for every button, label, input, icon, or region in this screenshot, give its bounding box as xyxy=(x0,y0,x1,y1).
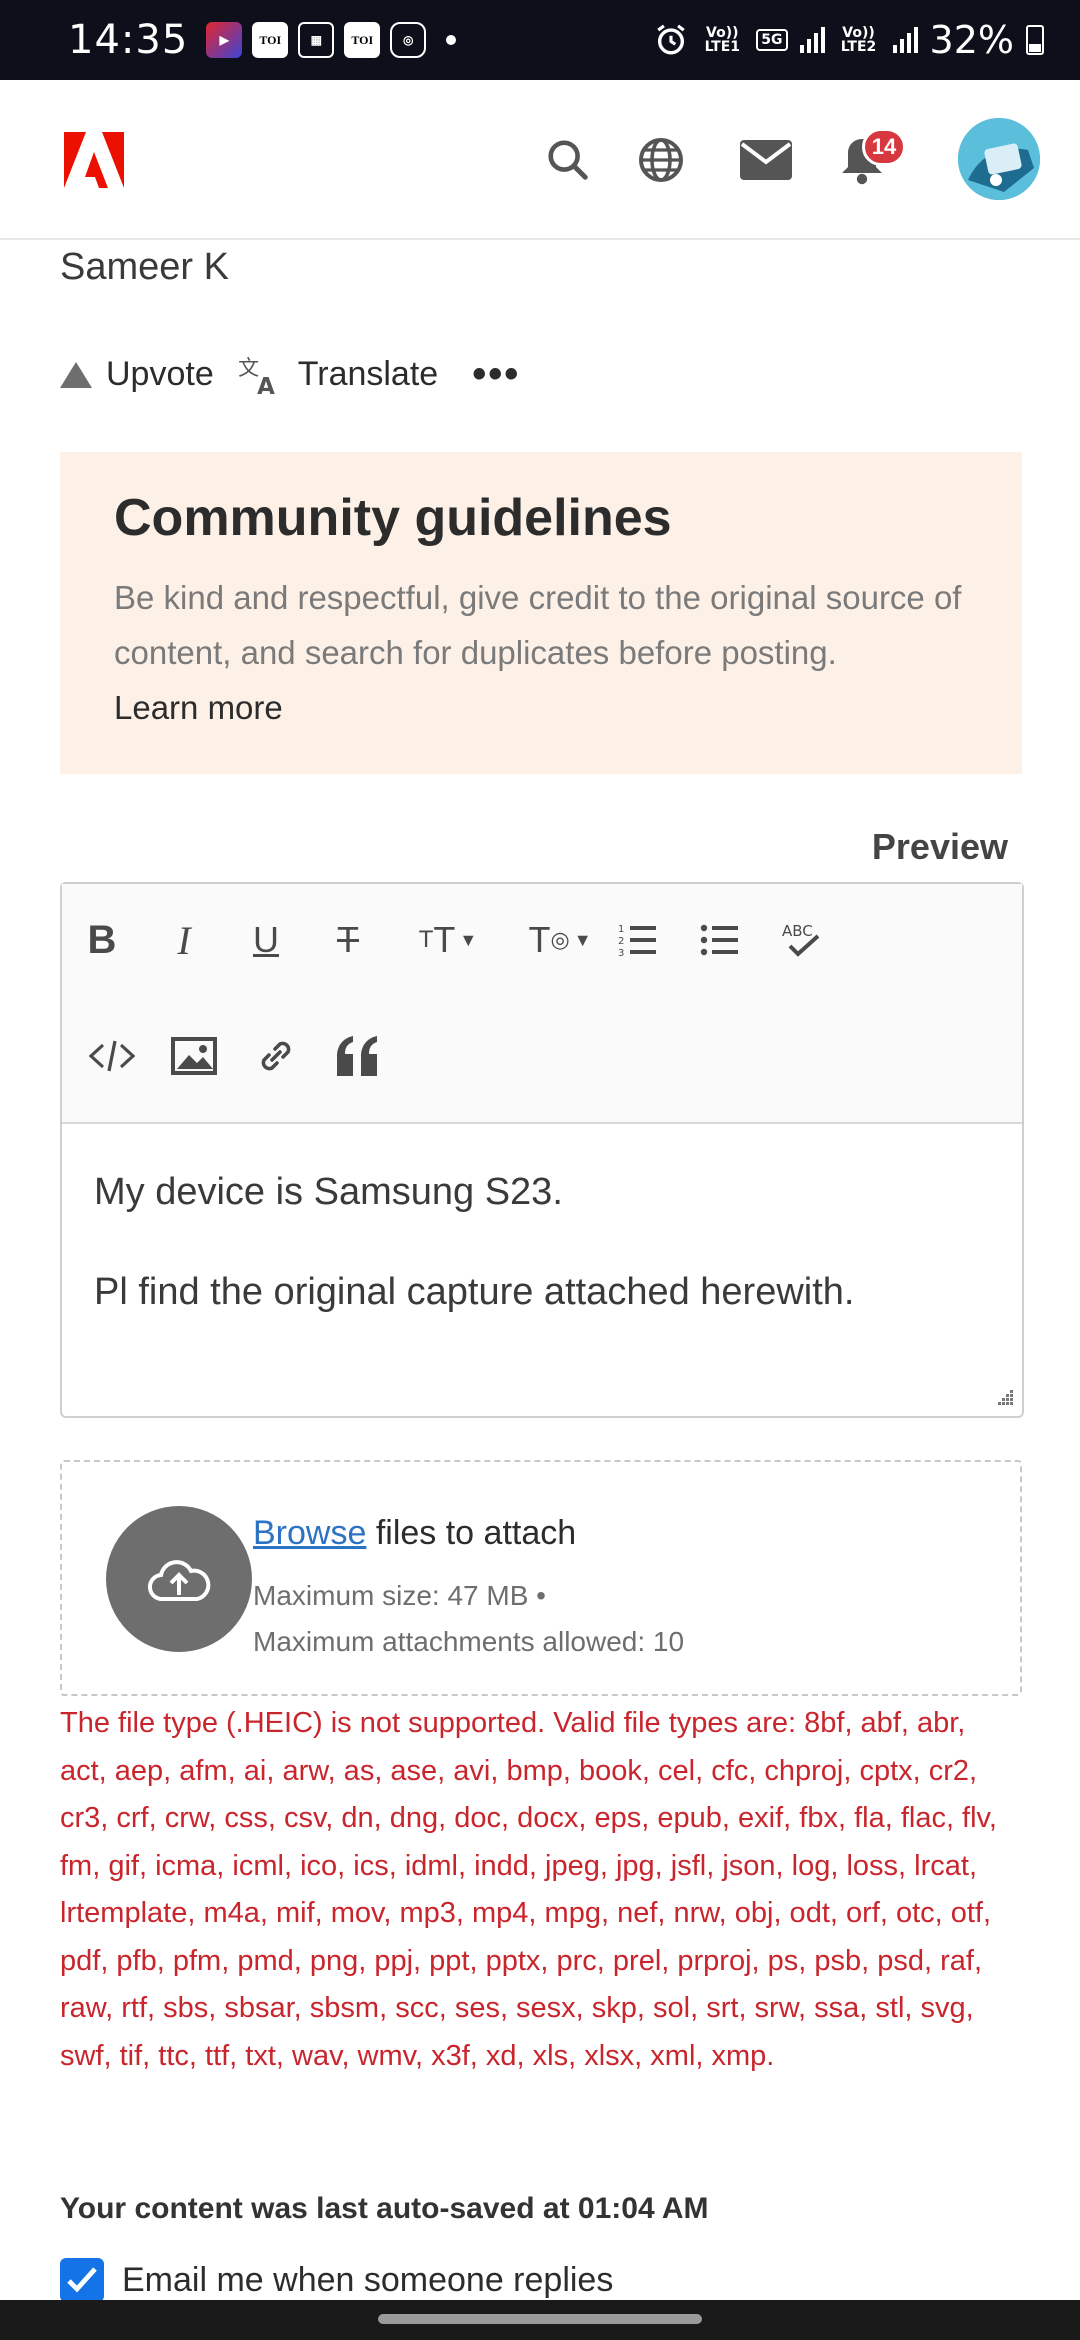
search-icon[interactable] xyxy=(540,132,596,188)
signal-bars-2 xyxy=(892,27,918,53)
alarm-icon xyxy=(657,24,685,55)
browse-link[interactable]: Browse xyxy=(253,1514,366,1552)
attach-instruction: Browse files to attach xyxy=(253,1514,684,1553)
underline-button[interactable]: U xyxy=(238,912,294,968)
upvote-button[interactable]: Upvote xyxy=(60,355,214,394)
numbered-list-icon[interactable]: 123 xyxy=(610,912,666,968)
email-notify-checkbox[interactable] xyxy=(60,2258,104,2302)
adobe-logo[interactable] xyxy=(64,132,124,188)
translate-label: Translate xyxy=(297,355,439,393)
network-lte2: Vo)) LTE2 xyxy=(840,25,877,55)
editor-toolbar: B I U T T T ▼ T ◎ ▼ 123 ABC xyxy=(62,884,1022,1124)
status-bar: 14:35 ▶ TOI ▦ TOI ◎ Vo)) LTE1 5G Vo)) LT… xyxy=(0,0,1080,80)
attach-label: files to attach xyxy=(366,1514,577,1552)
community-guidelines-box: Community guidelines Be kind and respect… xyxy=(60,452,1022,774)
battery-icon xyxy=(1026,25,1044,55)
image-icon[interactable] xyxy=(166,1028,222,1084)
text-style-dropdown[interactable]: T ◎ ▼ xyxy=(520,912,600,968)
email-notify-option[interactable]: Email me when someone replies xyxy=(60,2258,613,2302)
quote-icon[interactable] xyxy=(330,1028,386,1084)
bold-button[interactable]: B xyxy=(74,912,130,968)
post-actions: Upvote 文A Translate ••• xyxy=(60,352,520,397)
max-size-text: Maximum size: 47 MB • xyxy=(253,1580,546,1611)
guidelines-text: Be kind and respectful, give credit to t… xyxy=(114,579,962,671)
svg-text:ABC: ABC xyxy=(782,922,813,940)
strikethrough-button[interactable]: T xyxy=(320,912,376,968)
app-header: 14 xyxy=(0,80,1080,240)
code-icon[interactable] xyxy=(84,1028,140,1084)
status-app-icons: ▶ TOI ▦ TOI ◎ xyxy=(206,22,457,58)
translate-icon: 文A xyxy=(238,356,275,396)
toi-icon: TOI xyxy=(252,22,289,58)
upload-cloud-icon[interactable] xyxy=(106,1506,252,1652)
spellcheck-icon[interactable]: ABC xyxy=(774,912,830,968)
max-attachments-text: Maximum attachments allowed: 10 xyxy=(253,1626,685,1657)
editor-line: Pl find the original capture attached he… xyxy=(94,1271,855,1313)
battery-percent: 32% xyxy=(929,18,1014,62)
status-time: 14:35 xyxy=(68,17,189,63)
network-lte1: Vo)) LTE1 xyxy=(704,25,741,55)
checkmark-icon xyxy=(67,2267,97,2293)
more-options-button[interactable]: ••• xyxy=(472,352,520,397)
email-notify-label: Email me when someone replies xyxy=(122,2260,614,2299)
svg-text:2: 2 xyxy=(618,936,624,947)
italic-button[interactable]: I xyxy=(156,912,212,968)
preview-button[interactable]: Preview xyxy=(872,826,1008,868)
system-nav-bar xyxy=(0,2300,1080,2340)
guidelines-title: Community guidelines xyxy=(114,489,672,547)
autosave-status: Your content was last auto-saved at 01:0… xyxy=(60,2192,709,2225)
resize-handle-icon[interactable] xyxy=(992,1386,1014,1408)
learn-more-link[interactable]: Learn more xyxy=(114,680,968,735)
calculator-icon: ▦ xyxy=(298,22,335,58)
bulleted-list-icon[interactable] xyxy=(692,912,748,968)
avatar[interactable] xyxy=(958,118,1040,200)
svg-text:3: 3 xyxy=(618,948,624,958)
more-notifications-dot xyxy=(446,35,457,45)
file-type-error-message: The file type (.HEIC) is not supported. … xyxy=(60,1707,997,2072)
upvote-triangle-icon xyxy=(60,361,92,388)
signal-bars-1 xyxy=(799,27,825,53)
file-attach-dropzone[interactable]: Browse files to attach Maximum size: 47 … xyxy=(60,1460,1022,1696)
instagram-icon: ◎ xyxy=(390,22,427,58)
editor-text-area[interactable]: My device is Samsung S23. Pl find the or… xyxy=(62,1124,1022,1360)
svg-text:文: 文 xyxy=(238,356,259,380)
reply-editor: B I U T T T ▼ T ◎ ▼ 123 ABC My device is… xyxy=(60,882,1024,1418)
post-author-name[interactable]: Sameer K xyxy=(60,246,229,289)
svg-text:A: A xyxy=(257,374,275,396)
editor-line: My device is Samsung S23. xyxy=(94,1171,563,1213)
home-gesture-handle[interactable] xyxy=(378,2314,702,2324)
translate-button[interactable]: 文A Translate xyxy=(238,354,438,396)
link-icon[interactable] xyxy=(248,1028,304,1084)
upvote-label: Upvote xyxy=(106,355,214,393)
svg-text:1: 1 xyxy=(618,924,624,935)
notification-badge: 14 xyxy=(862,128,906,166)
toi-icon: TOI xyxy=(344,22,381,58)
sonyliv-icon: ▶ xyxy=(206,22,243,58)
mail-icon[interactable] xyxy=(738,132,794,188)
network-5g: 5G xyxy=(756,29,788,51)
globe-icon[interactable] xyxy=(633,132,689,188)
font-size-dropdown[interactable]: T T ▼ xyxy=(408,912,488,968)
